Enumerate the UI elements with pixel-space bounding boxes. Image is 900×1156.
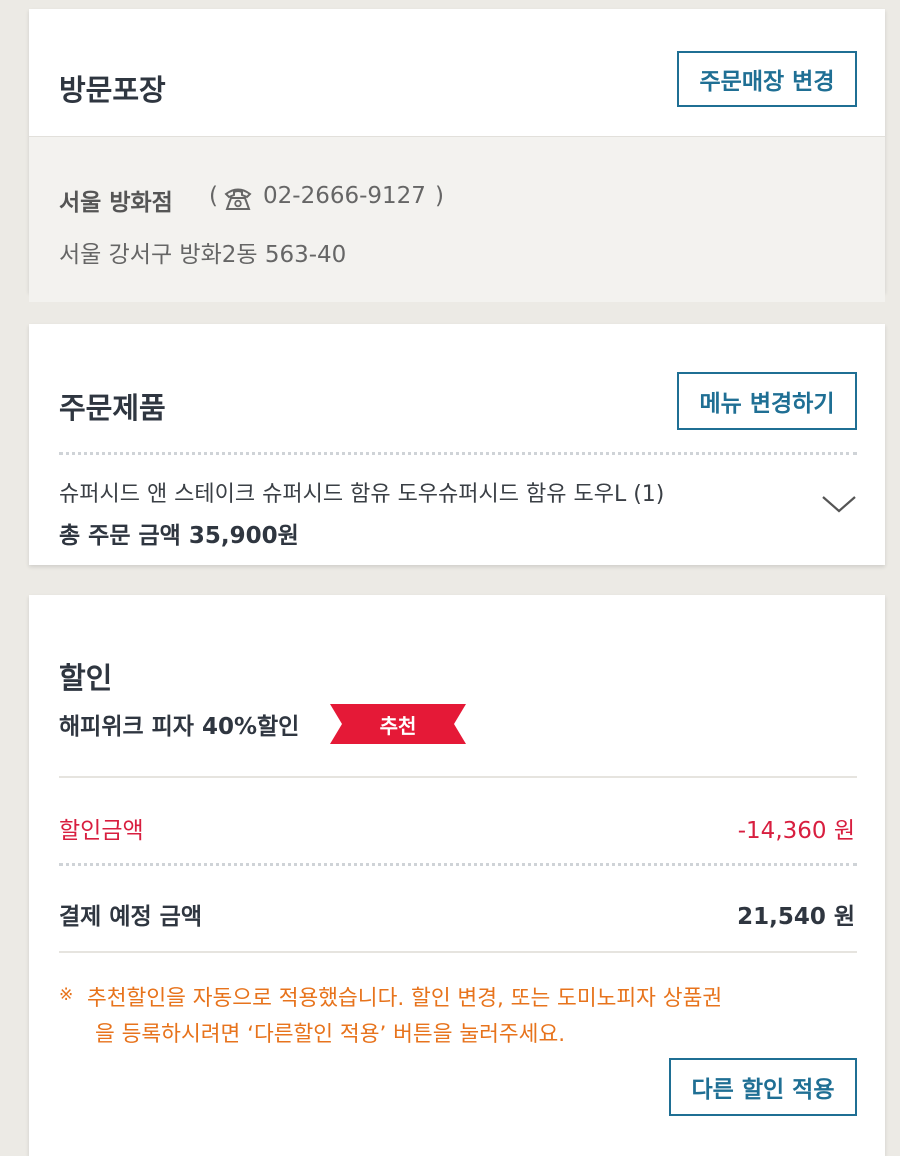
dotted-divider: [59, 863, 857, 866]
order-total: 총 주문 금액 35,900원: [59, 523, 299, 549]
notice-line-1: 추천할인을 자동으로 적용했습니다. 할인 변경, 또는 도미노피자 상품권: [87, 986, 723, 1011]
change-store-button[interactable]: 주문매장 변경: [677, 51, 857, 107]
discount-title: 할인: [59, 661, 113, 695]
pickup-card: 방문포장 주문매장 변경 서울 방화점 ( 02-2666-9127 ) 서울 …: [29, 9, 885, 302]
promo-name: 해피위크 피자 40%할인: [59, 714, 300, 740]
dotted-divider: [59, 452, 857, 455]
store-name: 서울 방화점: [59, 190, 173, 216]
store-phone[interactable]: 02-2666-9127: [263, 183, 426, 209]
phone-close-paren: ): [435, 183, 444, 209]
payment-amount-value: 21,540 원: [737, 904, 855, 930]
order-title: 주문제품: [59, 391, 166, 425]
pickup-title: 방문포장: [59, 73, 166, 107]
divider: [59, 951, 857, 953]
discount-amount-value: -14,360 원: [737, 818, 855, 844]
notice-line-2: 을 등록하시려면 ‘다른할인 적용’ 버튼을 눌러주세요.: [95, 1022, 566, 1047]
divider: [59, 776, 857, 778]
change-menu-button[interactable]: 메뉴 변경하기: [677, 372, 857, 430]
recommend-badge-label: 추천: [379, 713, 417, 738]
notice-mark: ※: [59, 985, 74, 1005]
order-product-name: 슈퍼시드 앤 스테이크 슈퍼시드 함유 도우슈퍼시드 함유 도우L (1): [59, 482, 665, 507]
chevron-down-icon[interactable]: [821, 494, 857, 514]
other-discount-button[interactable]: 다른 할인 적용: [669, 1058, 857, 1116]
store-address: 서울 강서구 방화2동 563-40: [59, 242, 347, 268]
payment-amount-label: 결제 예정 금액: [59, 904, 202, 930]
recommend-badge: 추천: [330, 702, 466, 746]
discount-card: 할인 해피위크 피자 40%할인 추천 할인금액 -14,360 원 결제 예정…: [29, 595, 885, 1156]
discount-amount-label: 할인금액: [59, 818, 144, 844]
order-card: 주문제품 메뉴 변경하기 슈퍼시드 앤 스테이크 슈퍼시드 함유 도우슈퍼시드 …: [29, 324, 885, 565]
phone-icon: [223, 183, 253, 213]
phone-open-paren: (: [209, 183, 218, 209]
store-info: 서울 방화점 ( 02-2666-9127 ) 서울 강서구 방화2동 563-…: [29, 136, 885, 302]
